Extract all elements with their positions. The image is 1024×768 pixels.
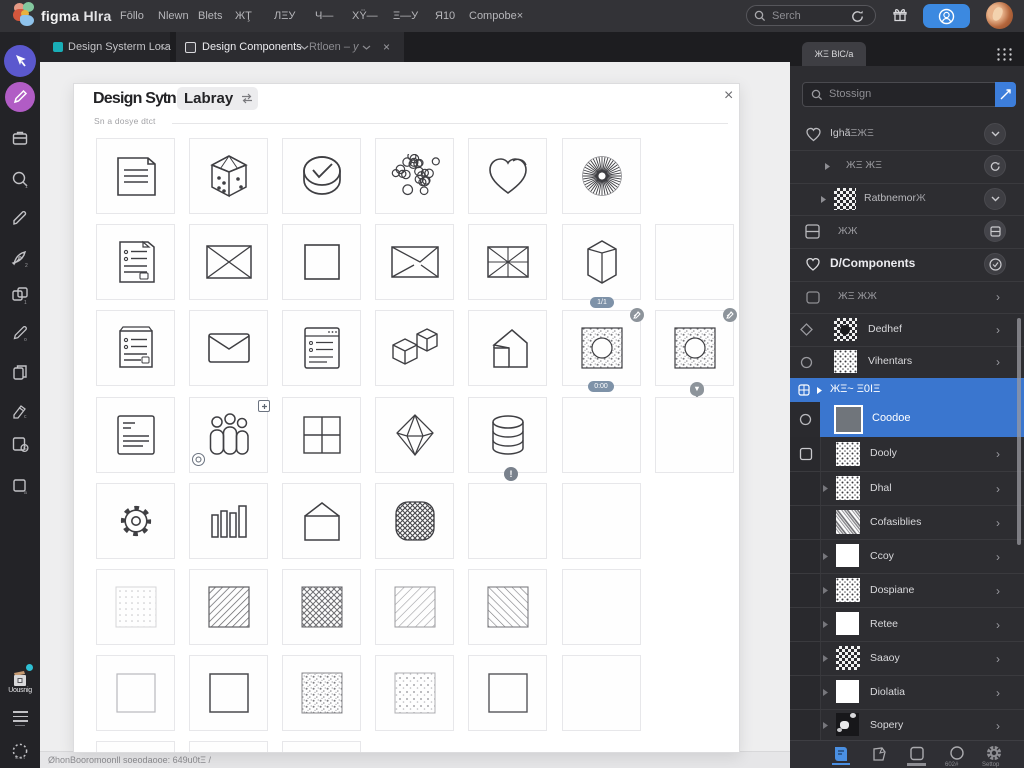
svg-text:a: a xyxy=(24,490,27,495)
svg-text:2: 2 xyxy=(25,263,28,268)
svg-text:1: 1 xyxy=(25,184,28,189)
svg-text:o: o xyxy=(24,337,27,342)
svg-text:1: 1 xyxy=(24,300,27,305)
svg-text:c: c xyxy=(24,414,27,419)
svg-text:G: G xyxy=(23,446,27,452)
svg-text:st a t: st a t xyxy=(15,755,26,760)
